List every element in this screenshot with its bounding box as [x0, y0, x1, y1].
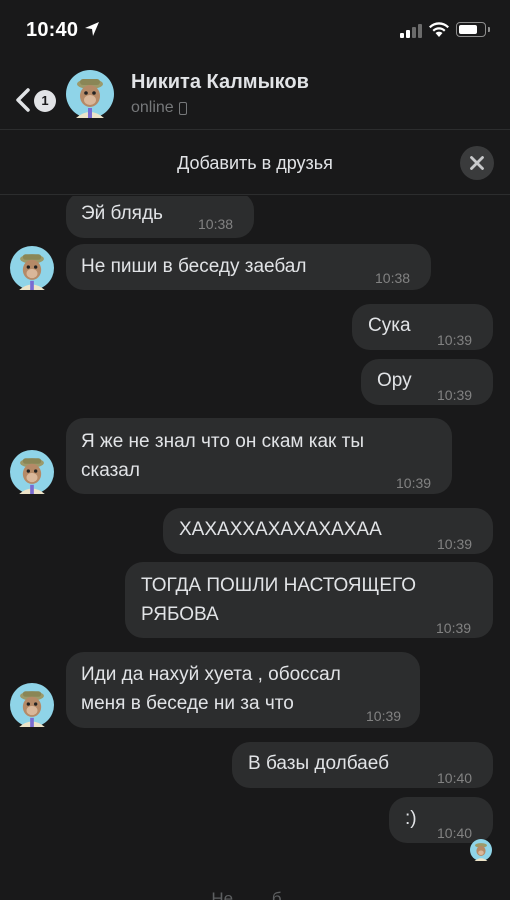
message-outgoing[interactable]: Сука 10:39 [352, 304, 493, 350]
message-time: 10:39 [437, 332, 473, 348]
message-list[interactable]: Эй блядь 10:38 Не пиши в беседу заебал 1… [0, 196, 510, 900]
message-outgoing[interactable]: В базы долбаеб 10:40 [232, 742, 493, 788]
message-text-line: РЯБОВА [141, 604, 219, 625]
message-text: Не пиши в беседу заебал [81, 256, 307, 277]
composer-hint: Не… …б… [211, 889, 299, 900]
message-time: 10:39 [436, 620, 472, 636]
message-time: 10:39 [437, 536, 473, 552]
read-receipt-avatar [470, 839, 492, 861]
unread-badge: 1 [34, 90, 56, 112]
message-text: Ору [377, 370, 412, 391]
message-time: 10:39 [396, 475, 432, 491]
message-incoming[interactable]: Не пиши в беседу заебал 10:38 [66, 244, 431, 290]
message-text-line: меня в беседе ни за что [81, 693, 294, 714]
message-incoming[interactable]: Эй блядь 10:38 [66, 196, 254, 238]
message-text-line: ТОГДА ПОШЛИ НАСТОЯЩЕГО [141, 575, 417, 596]
message-outgoing[interactable]: ТОГДА ПОШЛИ НАСТОЯЩЕГО РЯБОВА 10:39 [125, 562, 493, 638]
message-outgoing[interactable]: ХАХАХХАХАХАХАХАА 10:39 [163, 508, 493, 554]
cellular-signal-icon [400, 24, 422, 38]
chat-header: 1 Никита Калмыков online [0, 60, 510, 130]
avatar[interactable] [10, 246, 54, 290]
back-button[interactable]: 1 [10, 80, 56, 120]
message-text: В базы долбаеб [248, 753, 389, 774]
close-icon [470, 156, 484, 170]
message-text: Эй блядь [81, 203, 163, 224]
message-time: 10:38 [198, 216, 234, 232]
message-time: 10:39 [437, 387, 473, 403]
message-text-line: сказал [81, 460, 140, 481]
close-button[interactable] [460, 146, 494, 180]
add-friend-bar: Добавить в друзья [0, 131, 510, 195]
message-time: 10:40 [437, 770, 473, 786]
avatar[interactable] [10, 683, 54, 727]
message-text-line: Иди да нахуй хуета , обоссал [81, 664, 341, 685]
contact-status: online [131, 99, 187, 117]
contact-name[interactable]: Никита Калмыков [131, 71, 309, 94]
message-time: 10:40 [437, 825, 473, 841]
message-text: :) [405, 808, 417, 829]
message-text: ХАХАХХАХАХАХАХАА [179, 519, 382, 540]
message-time: 10:38 [375, 270, 411, 286]
location-arrow-icon [85, 22, 99, 36]
battery-icon [456, 22, 490, 37]
battery-level [458, 24, 477, 34]
add-friend-button[interactable]: Добавить в друзья [0, 153, 510, 174]
avatar[interactable] [10, 450, 54, 494]
message-time: 10:39 [366, 708, 402, 724]
status-bar: 10:40 [0, 0, 510, 60]
mobile-device-icon [178, 101, 187, 115]
status-text: online [131, 99, 174, 116]
status-time: 10:40 [26, 19, 79, 41]
message-incoming[interactable]: Я же не знал что он скам как ты сказал 1… [66, 418, 452, 494]
message-text: Сука [368, 315, 411, 336]
avatar[interactable] [66, 70, 114, 118]
message-text-line: Я же не знал что он скам как ты [81, 431, 364, 452]
message-incoming[interactable]: Иди да нахуй хуета , обоссал меня в бесе… [66, 652, 420, 728]
wifi-icon [429, 22, 449, 37]
message-outgoing[interactable]: :) 10:40 [389, 797, 493, 843]
message-outgoing[interactable]: Ору 10:39 [361, 359, 493, 405]
